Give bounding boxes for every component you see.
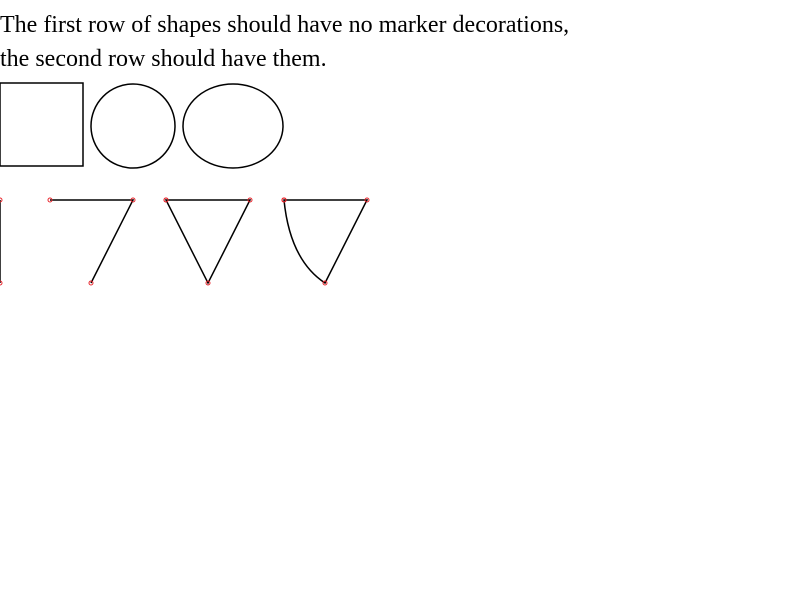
curved-triangle-shape — [284, 200, 367, 283]
triangle-shape — [166, 200, 250, 283]
row-without-markers — [0, 82, 284, 169]
square-shape — [0, 82, 84, 167]
angled-polyline-shape — [47, 197, 136, 286]
row-with-markers — [0, 200, 367, 283]
ellipse-shape — [182, 83, 284, 169]
circle-shape — [90, 83, 176, 169]
shapes-canvas — [0, 82, 800, 600]
